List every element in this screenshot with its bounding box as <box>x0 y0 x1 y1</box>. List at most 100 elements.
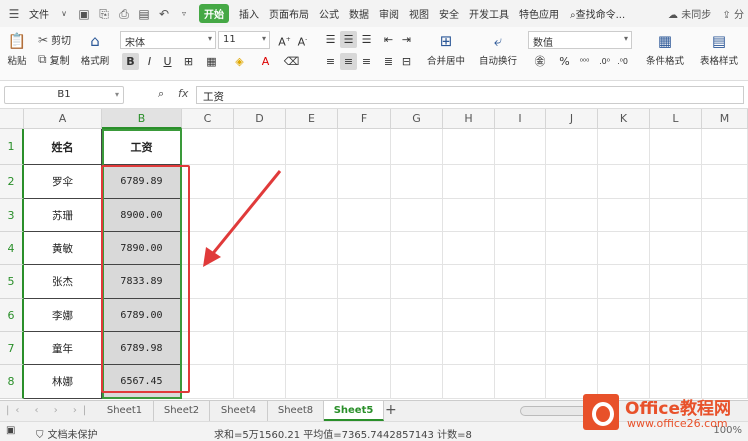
thousands-icon[interactable]: ⁰⁰⁰ <box>576 53 593 70</box>
menu-tab[interactable]: 视图 <box>409 10 429 21</box>
logo-url: www.office26.com <box>627 417 728 430</box>
spreadsheet-grid[interactable]: A B C D E F G H I J K L M 1 2 3 4 5 6 7 8 姓名 工资 罗伞 6789.89 苏珊 8900… <box>0 109 748 400</box>
sync-status[interactable]: 未同步 <box>681 10 711 21</box>
arrow-head <box>203 247 221 267</box>
eraser-icon[interactable]: ⌫ <box>283 53 300 70</box>
font-size-select[interactable]: 11 ▾ <box>218 31 270 49</box>
logo-name: Office教程网 <box>625 399 732 419</box>
align-top-icon[interactable]: ☰ <box>322 31 339 48</box>
font-color-icon[interactable]: A <box>257 53 274 70</box>
justify-icon[interactable]: ≣ <box>380 53 397 70</box>
cut-button[interactable]: ✂ 剪切 <box>38 32 71 48</box>
indent-decrease-icon[interactable]: ⇤ <box>380 31 397 48</box>
sheet-tab[interactable]: Sheet2 <box>154 401 210 421</box>
formula-input[interactable]: 工资 <box>196 86 744 104</box>
shield-icon: ⛉ <box>36 430 44 441</box>
share-label[interactable]: 分 <box>734 10 744 21</box>
increase-font-icon[interactable]: A+ <box>276 31 293 49</box>
office-logo-icon <box>583 394 619 430</box>
chevron-down-icon: ▾ <box>114 90 119 99</box>
merge-center-button[interactable]: ⊞ 合并居中 <box>424 32 468 67</box>
chevron-down-icon[interactable]: ∨ <box>57 7 71 21</box>
bold-button[interactable]: B <box>122 53 139 70</box>
menubar-right: ☁ 未同步 ⇪ 分 <box>668 6 744 21</box>
menu-tabs: 插入 页面布局 公式 数据 审阅 视图 安全 开发工具 特色应用 <box>234 6 564 21</box>
cloud-icon: ☁ <box>668 10 679 21</box>
distribute-icon[interactable]: ⊟ <box>398 53 415 70</box>
menu-tab[interactable]: 数据 <box>349 10 369 21</box>
name-box[interactable]: B1 ▾ <box>4 86 124 104</box>
menu-tab[interactable]: 页面布局 <box>269 10 309 21</box>
search-command[interactable]: ⌕查找命令... <box>570 6 625 21</box>
italic-button[interactable]: I <box>141 53 158 70</box>
sheet-tab[interactable]: Sheet4 <box>210 401 268 421</box>
zoom-icon[interactable]: ⌕ <box>158 87 164 101</box>
number-format-select[interactable]: 数值 ▾ <box>528 31 632 49</box>
menu-tab[interactable]: 插入 <box>239 10 259 21</box>
fx-button[interactable]: fx <box>178 87 188 100</box>
print-icon[interactable]: ⎙ <box>117 7 131 21</box>
merge-border-icon[interactable]: ▦ <box>203 53 220 70</box>
table-style-button[interactable]: ▤ 表格样式 <box>694 32 744 67</box>
border-icon[interactable]: ⊞ <box>180 53 197 70</box>
arrow-shaft <box>208 170 282 258</box>
increase-decimal-icon[interactable]: .0⁰ <box>596 53 613 70</box>
conditional-format-icon: ▦ <box>657 32 673 50</box>
selection-summary: 求和=5万1560.21 平均值=7365.7442857143 计数=8 <box>214 430 472 441</box>
align-bottom-icon[interactable]: ☰ <box>358 31 375 48</box>
indent-increase-icon[interactable]: ⇥ <box>398 31 415 48</box>
align-middle-icon[interactable]: ☰ <box>340 31 357 48</box>
share-icon[interactable]: ⇪ <box>722 10 730 21</box>
annotation-arrow <box>203 170 282 267</box>
percent-icon[interactable]: % <box>556 53 573 70</box>
formula-bar: B1 ▾ ⌕ fx 工资 <box>0 81 748 109</box>
protect-status[interactable]: ⛉ 文档未保护 <box>36 426 98 441</box>
align-center-icon[interactable]: ≡ <box>340 53 357 70</box>
chevron-down-icon: ▾ <box>207 34 212 43</box>
wrap-text-icon: ⤶ <box>493 32 503 50</box>
menu-tab[interactable]: 审阅 <box>379 10 399 21</box>
hamburger-menu-icon[interactable]: ☰ <box>7 7 21 21</box>
undo-icon[interactable]: ↶ <box>157 7 171 21</box>
fill-color-icon[interactable]: ◈ <box>231 53 248 70</box>
add-sheet-icon[interactable]: + <box>385 402 397 418</box>
menu-tab[interactable]: 安全 <box>439 10 459 21</box>
preview-icon[interactable]: ▤ <box>137 7 151 21</box>
menu-file[interactable]: 文件 <box>29 6 49 21</box>
currency-icon[interactable]: ㊎ <box>530 53 550 70</box>
format-painter-button[interactable]: ⌂ 格式刷 <box>80 32 110 67</box>
menu-tab[interactable]: 开发工具 <box>469 10 509 21</box>
sheet-nav-arrows[interactable]: |‹ ‹ › ›| <box>6 405 92 416</box>
copy-button[interactable]: ⧉ 复制 <box>38 52 70 67</box>
menu-bar: ☰ 文件 ∨ ▣ ⎘ ⎙ ▤ ↶ ▿ 开始 插入 页面布局 公式 数据 审阅 视图 安全 开发… <box>0 0 748 27</box>
font-name-select[interactable]: 宋体 ▾ <box>120 31 216 49</box>
chevron-down-icon: ▾ <box>623 34 628 43</box>
redo-dropdown-icon[interactable]: ▿ <box>177 7 191 21</box>
chevron-down-icon: ▾ <box>261 34 266 43</box>
menu-tab[interactable]: 特色应用 <box>519 10 559 21</box>
ribbon-toolbar: 📋 粘贴 ✂ 剪切 ⧉ 复制 ⌂ 格式刷 宋体 ▾ 11 ▾ A+ A- B I U ⊞… <box>0 27 748 81</box>
decrease-decimal-icon[interactable]: .⁰0 <box>614 53 631 70</box>
brush-icon: ⌂ <box>90 32 100 50</box>
sheet-tab[interactable]: Sheet8 <box>268 401 324 421</box>
align-right-icon[interactable]: ≡ <box>358 53 375 70</box>
status-settings-icon[interactable]: ▣ <box>6 425 15 436</box>
tab-start[interactable]: 开始 <box>199 4 229 23</box>
table-style-icon: ▤ <box>711 32 727 50</box>
underline-button[interactable]: U <box>159 53 176 70</box>
merge-cells-icon: ⊞ <box>439 32 453 50</box>
copy-icon: ⧉ <box>38 52 47 66</box>
sheet-tab[interactable]: Sheet5 <box>324 401 384 421</box>
align-left-icon[interactable]: ≡ <box>322 53 339 70</box>
export-icon[interactable]: ⎘ <box>97 7 111 21</box>
clipboard-icon: 📋 <box>7 32 27 50</box>
site-watermark-logo: Office教程网 www.office26.com <box>583 392 748 441</box>
wrap-text-button[interactable]: ⤶ 自动换行 <box>476 32 520 67</box>
scissors-icon: ✂ <box>38 32 49 47</box>
sheet-tab[interactable]: Sheet1 <box>96 401 154 421</box>
decrease-font-icon[interactable]: A- <box>294 31 311 49</box>
conditional-format-button[interactable]: ▦ 条件格式 <box>642 32 688 67</box>
save-icon[interactable]: ▣ <box>77 7 91 21</box>
paste-button[interactable]: 📋 粘贴 <box>4 32 30 67</box>
menu-tab[interactable]: 公式 <box>319 10 339 21</box>
